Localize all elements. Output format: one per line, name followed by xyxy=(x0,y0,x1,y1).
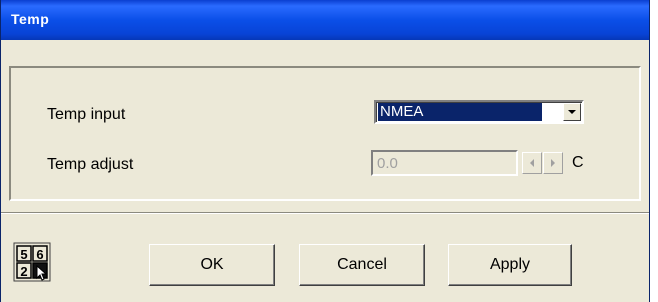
window-title: Temp xyxy=(11,11,50,27)
increment-button[interactable] xyxy=(543,152,563,174)
temp-input-label: Temp input xyxy=(47,106,126,123)
svg-text:6: 6 xyxy=(36,247,43,262)
chevron-down-icon xyxy=(568,110,576,114)
settings-group xyxy=(9,66,641,201)
footer-divider xyxy=(1,212,649,214)
svg-text:2: 2 xyxy=(20,264,27,279)
temp-input-dropdown[interactable]: NMEA xyxy=(374,100,584,124)
apply-button[interactable]: Apply xyxy=(448,244,572,286)
temp-adjust-field[interactable]: 0.0 xyxy=(371,150,518,176)
svg-text:5: 5 xyxy=(20,247,27,262)
dropdown-arrow-button[interactable] xyxy=(563,103,581,121)
dialog-window: Temp Temp input NMEA Temp adjust 0.0 C 5… xyxy=(0,0,650,302)
temp-input-selected-value: NMEA xyxy=(378,103,542,121)
decrement-button[interactable] xyxy=(522,152,542,174)
title-bar[interactable]: Temp xyxy=(1,0,649,40)
temp-adjust-label: Temp adjust xyxy=(47,156,134,173)
numeric-keypad-icon[interactable]: 5 6 2 xyxy=(13,242,51,282)
cancel-button[interactable]: Cancel xyxy=(299,244,425,286)
temp-unit-label: C xyxy=(572,154,584,171)
arrow-left-icon xyxy=(530,159,534,167)
arrow-right-icon xyxy=(551,159,555,167)
temp-adjust-value: 0.0 xyxy=(377,155,398,172)
ok-button[interactable]: OK xyxy=(149,244,275,286)
